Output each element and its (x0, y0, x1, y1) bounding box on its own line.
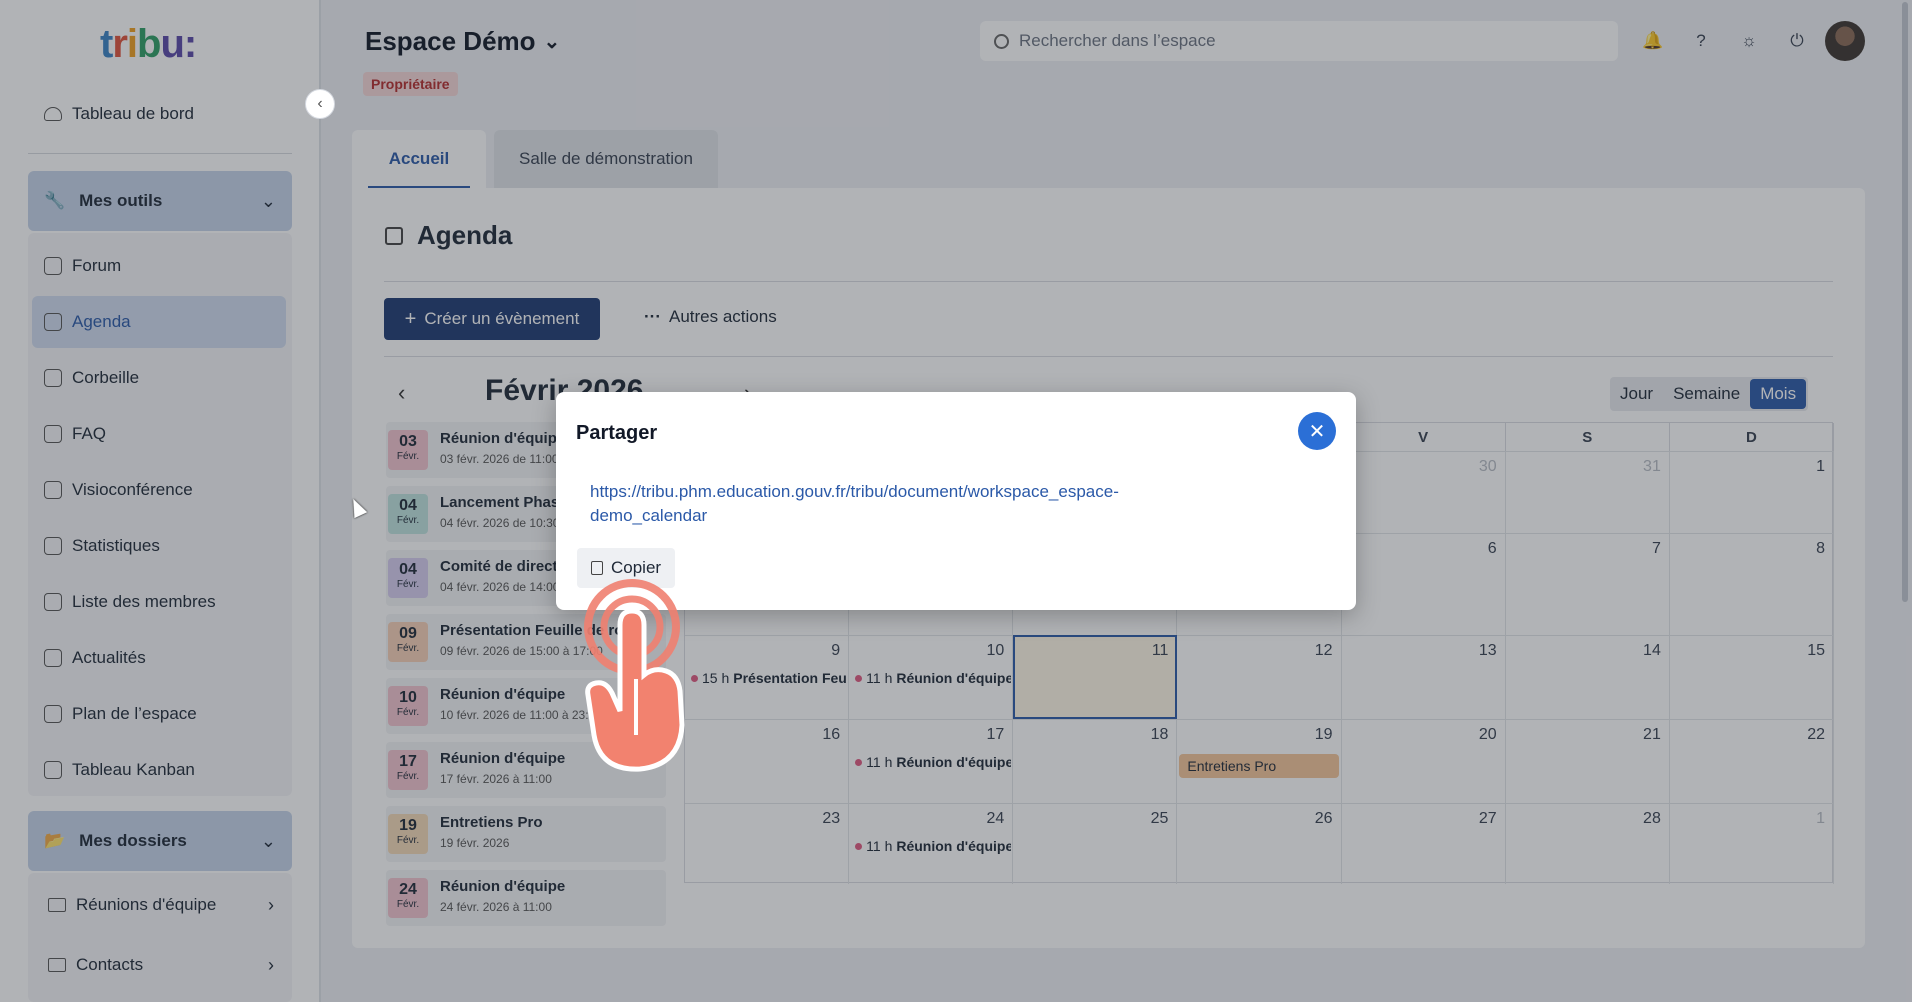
copy-icon (591, 561, 603, 575)
share-link[interactable]: https://tribu.phm.education.gouv.fr/trib… (590, 480, 1230, 528)
tap-hint-icon (584, 579, 685, 772)
scrollbar[interactable] (1900, 0, 1910, 1002)
close-button[interactable]: ✕ (1298, 412, 1336, 450)
dialog-title: Partager (576, 422, 658, 444)
collapse-sidebar-button[interactable]: ‹ (305, 89, 335, 119)
scrollbar-thumb[interactable] (1902, 2, 1908, 602)
close-icon: ✕ (1308, 420, 1326, 443)
